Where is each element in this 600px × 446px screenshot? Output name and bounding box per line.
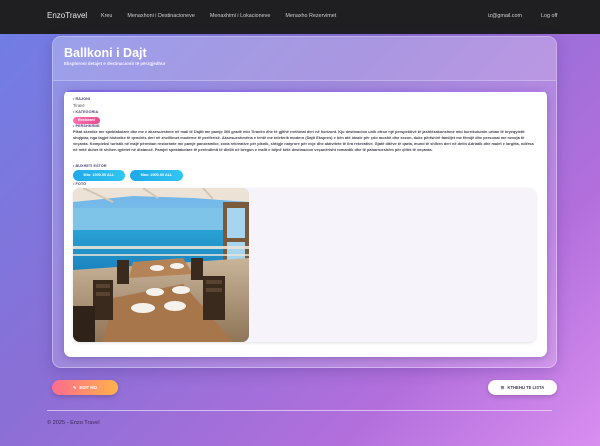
category-badge: Restorant — [73, 117, 100, 124]
destination-details-panel: Ballkoni i Dajt Eksploroni detajet e des… — [52, 36, 557, 368]
page-subtitle: Eksploroni detajet e destinacionit të pë… — [64, 61, 166, 66]
list-icon: ☰ — [500, 385, 505, 390]
price-max-pill: Max: 2000.00 ALL — [130, 170, 183, 181]
pencil-icon: ✎ — [73, 385, 77, 390]
page-title: Ballkoni i Dajt — [64, 46, 147, 60]
panel-header: Ballkoni i Dajt Eksploroni detajet e des… — [53, 37, 556, 81]
region-value: Tiranë — [73, 103, 85, 108]
category-label: • KATEGORIA — [73, 110, 99, 114]
main-nav: Kreu Menaxhoni i Destinacioneve Menaxhim… — [101, 13, 351, 19]
edit-button[interactable]: ✎ EDIT MO — [52, 380, 118, 395]
back-to-list-button[interactable]: ☰ KTHEHU TE LISTA — [488, 380, 557, 395]
card-accent-line — [64, 90, 547, 92]
description-label: • PERSHKRIMI — [73, 124, 100, 128]
photo-label: • FOTO — [73, 182, 87, 186]
logout-link[interactable]: Log off — [541, 13, 557, 19]
nav-item-locations[interactable]: Menaxhimi i Lokacioneve — [210, 13, 271, 19]
nav-item-destinations[interactable]: Menaxhoni i Destinacioneve — [127, 13, 194, 19]
description-text: Pikat skenike me spektakolare dhe me e a… — [73, 129, 534, 152]
user-email[interactable]: iz@gmail.com — [488, 13, 522, 19]
details-card: • RAJONI Tiranë • KATEGORIA Restorant • … — [64, 90, 547, 357]
nav-item-home[interactable]: Kreu — [101, 13, 112, 19]
footer-copyright: © 2025 - Enzo Travel — [47, 420, 100, 426]
budget-label: • BUXHETI ESTOR — [73, 164, 107, 168]
price-min-pill: Min: 1000.00 ALL — [73, 170, 125, 181]
destination-photo[interactable] — [73, 188, 249, 342]
back-button-label: KTHEHU TE LISTA — [507, 385, 545, 390]
edit-button-label: EDIT MO — [79, 385, 97, 390]
brand-logo[interactable]: EnzoTravel — [47, 11, 87, 20]
photo-gallery — [73, 188, 536, 342]
region-label: • RAJONI — [73, 97, 91, 101]
nav-item-reservations[interactable]: Menaxho Rezervimet — [285, 13, 336, 19]
footer-divider — [47, 410, 552, 411]
restaurant-terrace-photo — [73, 188, 249, 342]
top-navbar: EnzoTravel Kreu Menaxhoni i Destinacione… — [0, 0, 600, 34]
